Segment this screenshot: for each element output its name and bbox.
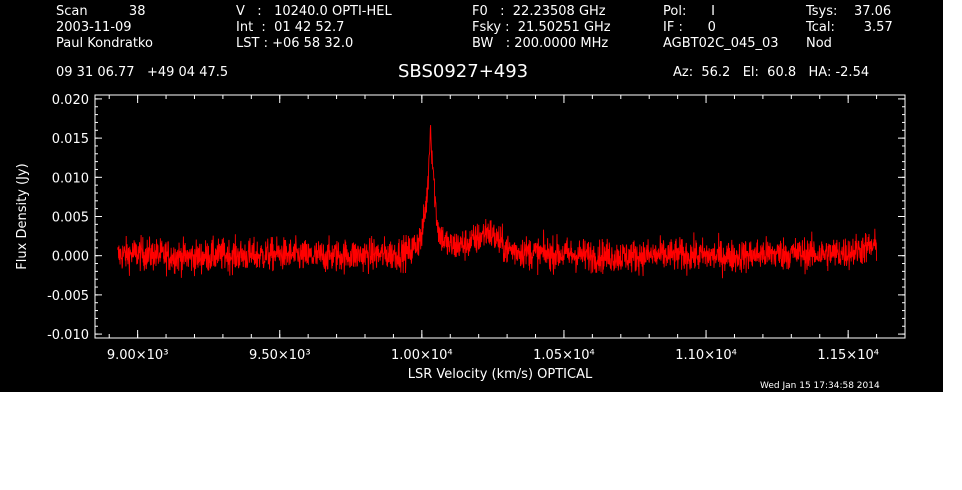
x-axis-label: LSR Velocity (km/s) OPTICAL <box>408 367 593 382</box>
y-tick-label: 0.015 <box>52 132 89 147</box>
y-tick-label: 0.020 <box>52 93 89 108</box>
y-tick-label: 0.005 <box>52 211 89 226</box>
y-tick-label: 0.000 <box>52 250 89 265</box>
y-tick-label: -0.005 <box>47 289 89 304</box>
x-tick-label: 1.05×10⁴ <box>533 348 595 363</box>
y-axis-label: Flux Density (Jy) <box>15 163 30 269</box>
y-tick-label: -0.010 <box>47 328 89 343</box>
plot-timestamp: Wed Jan 15 17:34:58 2014 <box>760 381 880 391</box>
y-tick-label: 0.010 <box>52 171 89 186</box>
spectrum-panel: Scan 38 V : 10240.0 OPTI-HEL F0 : 22.235… <box>0 0 943 392</box>
x-tick-label: 1.00×10⁴ <box>391 348 453 363</box>
x-tick-label: 1.15×10⁴ <box>817 348 879 363</box>
spectrum-trace <box>117 124 878 279</box>
plot-frame <box>94 94 906 339</box>
spectrum-plot: -0.010 -0.005 0.000 0.005 0.010 0.015 0.020 9.0… <box>15 93 906 382</box>
x-tick-label: 1.10×10⁴ <box>675 348 737 363</box>
x-tick-label: 9.50×10³ <box>249 348 311 363</box>
x-tick-label: 9.00×10³ <box>107 348 169 363</box>
